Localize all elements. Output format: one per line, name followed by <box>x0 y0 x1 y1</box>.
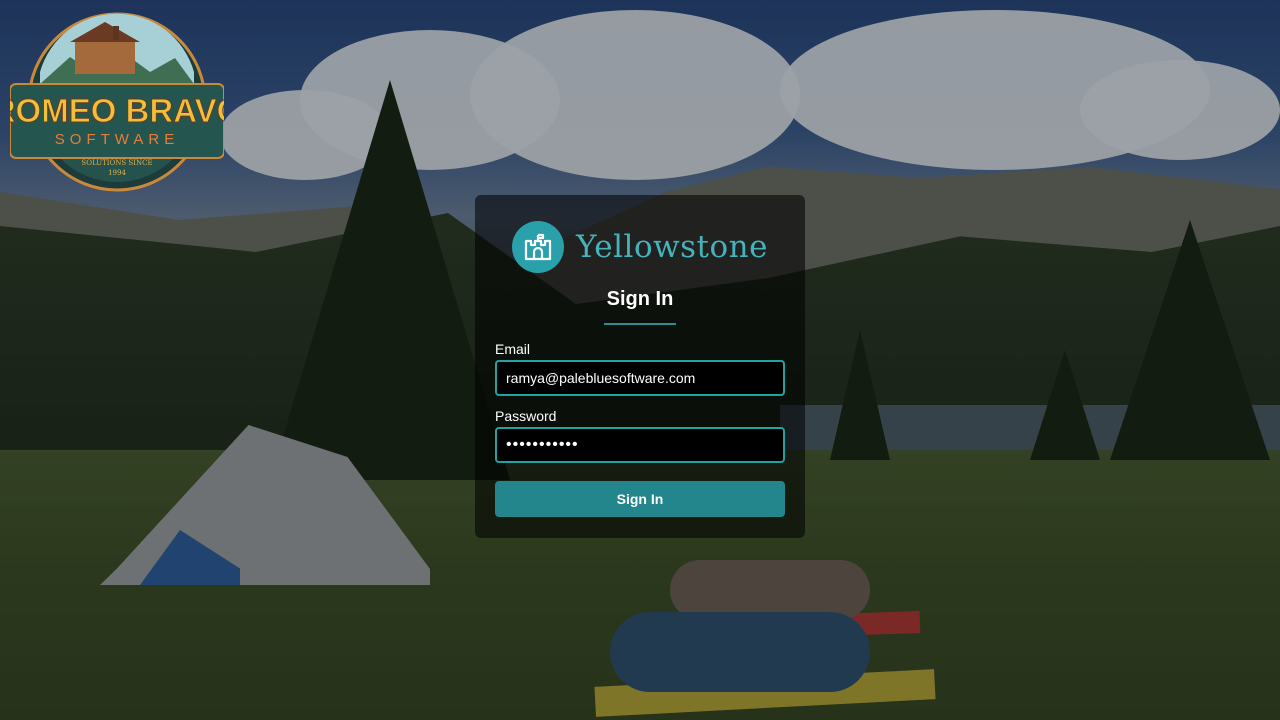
signin-heading: Sign In <box>606 288 674 310</box>
romeo-bravo-logo: ROMEO BRAVO SOFTWARE SOLUTIONS SINCE 199… <box>10 12 224 192</box>
password-label: Password <box>495 408 557 424</box>
castle-icon <box>512 221 564 273</box>
password-field[interactable] <box>495 427 785 463</box>
signin-button[interactable]: Sign In <box>495 481 785 517</box>
app-brand: Yellowstone <box>495 221 785 273</box>
logo-year: 1994 <box>108 169 126 177</box>
logo-subtitle: SOFTWARE <box>55 131 179 148</box>
app-name: Yellowstone <box>576 229 768 265</box>
email-label: Email <box>495 341 531 357</box>
logo-title: ROMEO BRAVO <box>10 92 224 129</box>
email-field[interactable] <box>495 360 785 396</box>
heading-divider <box>604 323 676 325</box>
logo-tagline: SOLUTIONS SINCE <box>81 159 152 167</box>
login-card: Yellowstone Sign In Email Password Sign … <box>475 195 805 538</box>
